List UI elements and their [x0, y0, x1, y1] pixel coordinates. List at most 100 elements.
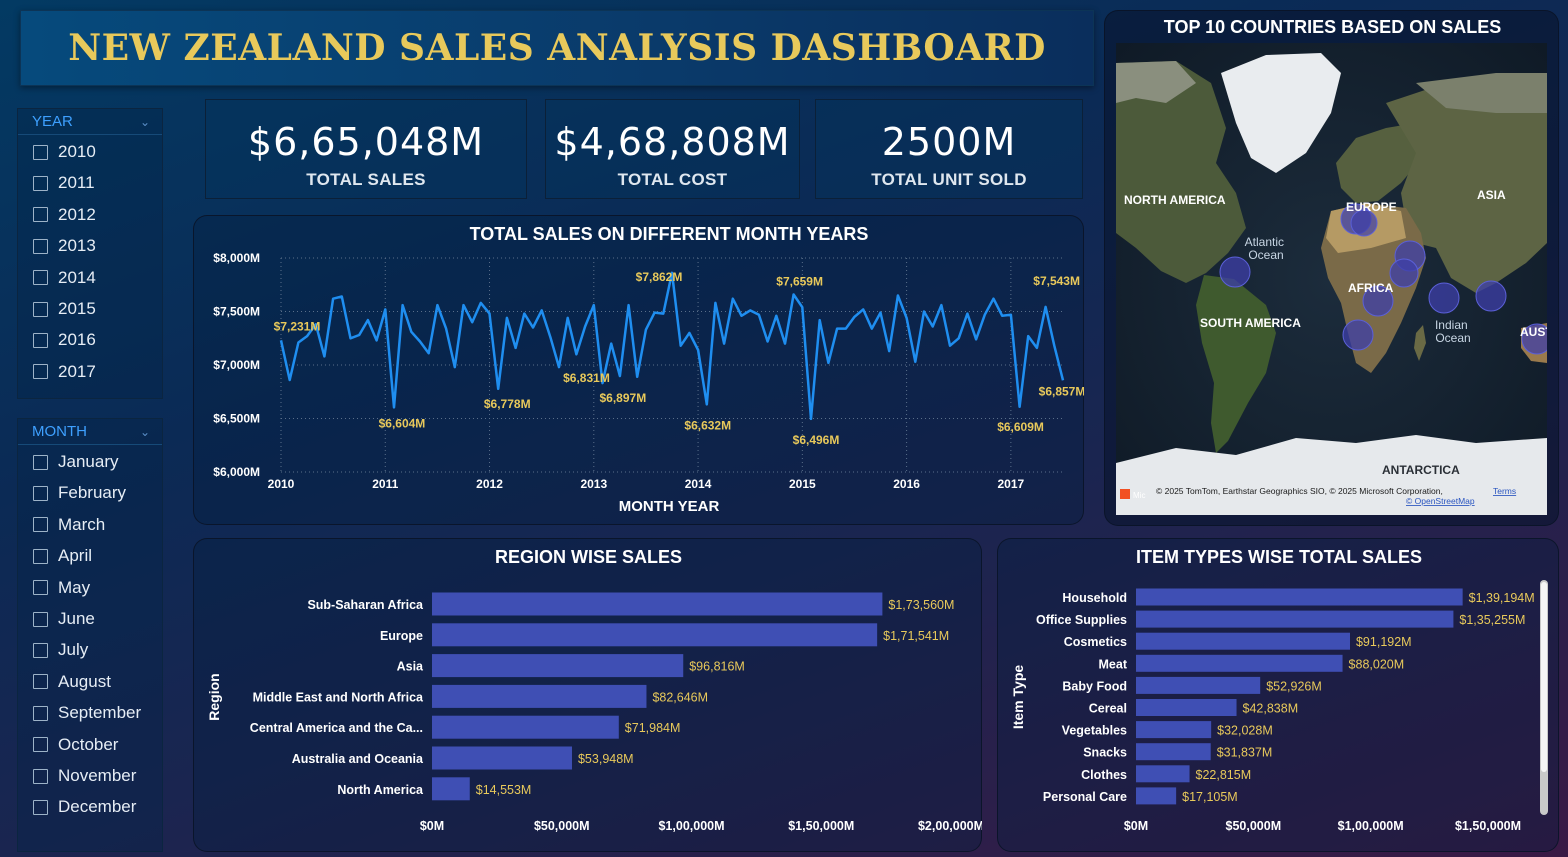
slicer-item[interactable]: 2014 — [33, 268, 96, 288]
checkbox[interactable] — [33, 737, 48, 753]
checkbox[interactable] — [33, 207, 48, 223]
slicer-item[interactable]: June — [33, 609, 95, 629]
checkbox[interactable] — [33, 705, 48, 721]
item-bar-chart[interactable]: Household $1,39,194M Office Supplies $1,35,… — [997, 538, 1559, 852]
data-label: $53,948M — [578, 752, 634, 766]
slicer-item[interactable]: February — [33, 483, 126, 503]
slicer-item-label: November — [58, 766, 137, 785]
bar[interactable] — [432, 623, 878, 647]
bar[interactable] — [1136, 588, 1463, 606]
slicer-item[interactable]: 2010 — [33, 142, 96, 162]
slicer-item[interactable]: December — [33, 797, 136, 817]
slicer-item-label: February — [58, 483, 127, 503]
checkbox[interactable] — [33, 144, 48, 160]
checkbox[interactable] — [33, 485, 48, 501]
bar[interactable] — [432, 592, 883, 616]
checkbox[interactable] — [33, 332, 48, 348]
data-label: $17,105M — [1182, 790, 1238, 804]
x-tick-label: $1,50,000M — [1455, 819, 1521, 833]
kpi-card-total-units[interactable]: 2500M TOTAL UNIT SOLD — [815, 99, 1083, 199]
bar[interactable] — [1136, 765, 1190, 783]
category-label: North America — [337, 783, 424, 797]
checkbox[interactable] — [33, 768, 48, 784]
kpi-card-total-sales[interactable]: $6,65,048M TOTAL SALES — [205, 99, 527, 199]
month-slicer-header[interactable]: MONTH ⌄ — [18, 419, 162, 445]
checkbox[interactable] — [33, 674, 48, 690]
checkbox[interactable] — [33, 175, 48, 191]
chevron-down-icon[interactable]: ⌄ — [140, 425, 150, 439]
slicer-item[interactable]: April — [33, 546, 92, 566]
bar[interactable] — [1136, 632, 1350, 650]
map-bubble[interactable] — [1219, 256, 1251, 288]
world-map[interactable]: NORTH AMERICA EUROPE ASIA Atlantic Ocean… — [1116, 43, 1547, 515]
bar[interactable] — [432, 684, 647, 708]
checkbox[interactable] — [33, 580, 48, 596]
slicer-item-label: July — [58, 640, 89, 660]
bar[interactable] — [432, 715, 619, 739]
map-bubble[interactable] — [1389, 258, 1419, 288]
checkbox[interactable] — [33, 611, 48, 627]
slicer-item[interactable]: May — [33, 578, 90, 598]
slicer-item[interactable]: 2011 — [33, 173, 95, 193]
slicer-item[interactable]: 2015 — [33, 299, 96, 319]
slicer-item[interactable]: 2017 — [33, 362, 96, 382]
category-label: Cereal — [1089, 702, 1127, 716]
bar[interactable] — [1136, 676, 1261, 694]
map-bubble[interactable] — [1342, 319, 1374, 351]
bar[interactable] — [1136, 610, 1454, 628]
bar[interactable] — [432, 777, 470, 801]
slicer-item[interactable]: July — [33, 640, 88, 660]
bar[interactable] — [432, 654, 684, 678]
slicer-item[interactable]: March — [33, 515, 105, 535]
x-axis-title: MONTH YEAR — [619, 498, 720, 515]
slicer-item[interactable]: November — [33, 766, 136, 786]
bar[interactable] — [1136, 721, 1212, 739]
slicer-item[interactable]: 2012 — [33, 205, 96, 225]
scrollbar-thumb[interactable] — [1541, 582, 1547, 772]
checkbox[interactable] — [33, 270, 48, 286]
kpi-card-total-cost[interactable]: $4,68,808M TOTAL COST — [545, 99, 800, 199]
month-slicer[interactable]: MONTH ⌄ January February March April May June… — [17, 418, 163, 852]
slicer-item[interactable]: 2013 — [33, 236, 96, 256]
bar[interactable] — [1136, 654, 1343, 672]
bar[interactable] — [1136, 787, 1177, 805]
region-bar-chart[interactable]: Sub-Saharan Africa $1,73,560M Europe $1,71,… — [193, 538, 982, 852]
year-slicer-header[interactable]: YEAR ⌄ — [18, 109, 162, 135]
kpi-label: TOTAL UNIT SOLD — [871, 170, 1027, 189]
checkbox[interactable] — [33, 799, 48, 815]
checkbox[interactable] — [33, 548, 48, 564]
slicer-item[interactable]: January — [33, 452, 118, 472]
item-chart-scrollbar[interactable] — [1540, 580, 1548, 815]
map-osm-link[interactable]: © OpenStreetMap — [1406, 496, 1475, 506]
bar[interactable] — [1136, 699, 1237, 716]
slicer-item[interactable]: October — [33, 735, 118, 755]
data-label: $7,231M — [274, 319, 321, 333]
checkbox[interactable] — [33, 364, 48, 380]
checkbox[interactable] — [33, 454, 48, 470]
year-slicer[interactable]: YEAR ⌄ 2010 2011 2012 2013 2014 2015 2016 2017 — [17, 108, 163, 399]
kpi-label: TOTAL COST — [617, 170, 728, 189]
map-terms-link[interactable]: Terms — [1493, 486, 1516, 496]
data-label: $6,496M — [793, 433, 840, 447]
map-label-africa: AFRICA — [1348, 281, 1394, 295]
map-bubble[interactable] — [1428, 282, 1460, 314]
slicer-item[interactable]: September — [33, 703, 141, 723]
checkbox[interactable] — [33, 301, 48, 317]
data-label: $96,816M — [689, 660, 745, 674]
bar[interactable] — [432, 746, 572, 770]
slicer-item[interactable]: August — [33, 672, 111, 692]
sales-line-series[interactable] — [279, 271, 1065, 421]
map-bubble[interactable] — [1475, 280, 1507, 312]
checkbox[interactable] — [33, 517, 48, 533]
checkbox[interactable] — [33, 238, 48, 254]
slicer-item[interactable]: 2016 — [33, 330, 96, 350]
checkbox[interactable] — [33, 642, 48, 658]
bar[interactable] — [1136, 743, 1211, 761]
category-label: Cosmetics — [1064, 635, 1127, 649]
x-tick-label: $1,50,000M — [788, 819, 854, 833]
data-label: $7,543M — [1033, 274, 1080, 288]
y-tick-label: $6,500M — [213, 412, 260, 426]
chevron-down-icon[interactable]: ⌄ — [140, 115, 150, 129]
line-chart[interactable]: $6,000M $6,500M $7,000M $7,500M $8,000M 2010 2… — [193, 215, 1084, 525]
x-tick-label: 2014 — [685, 477, 712, 491]
